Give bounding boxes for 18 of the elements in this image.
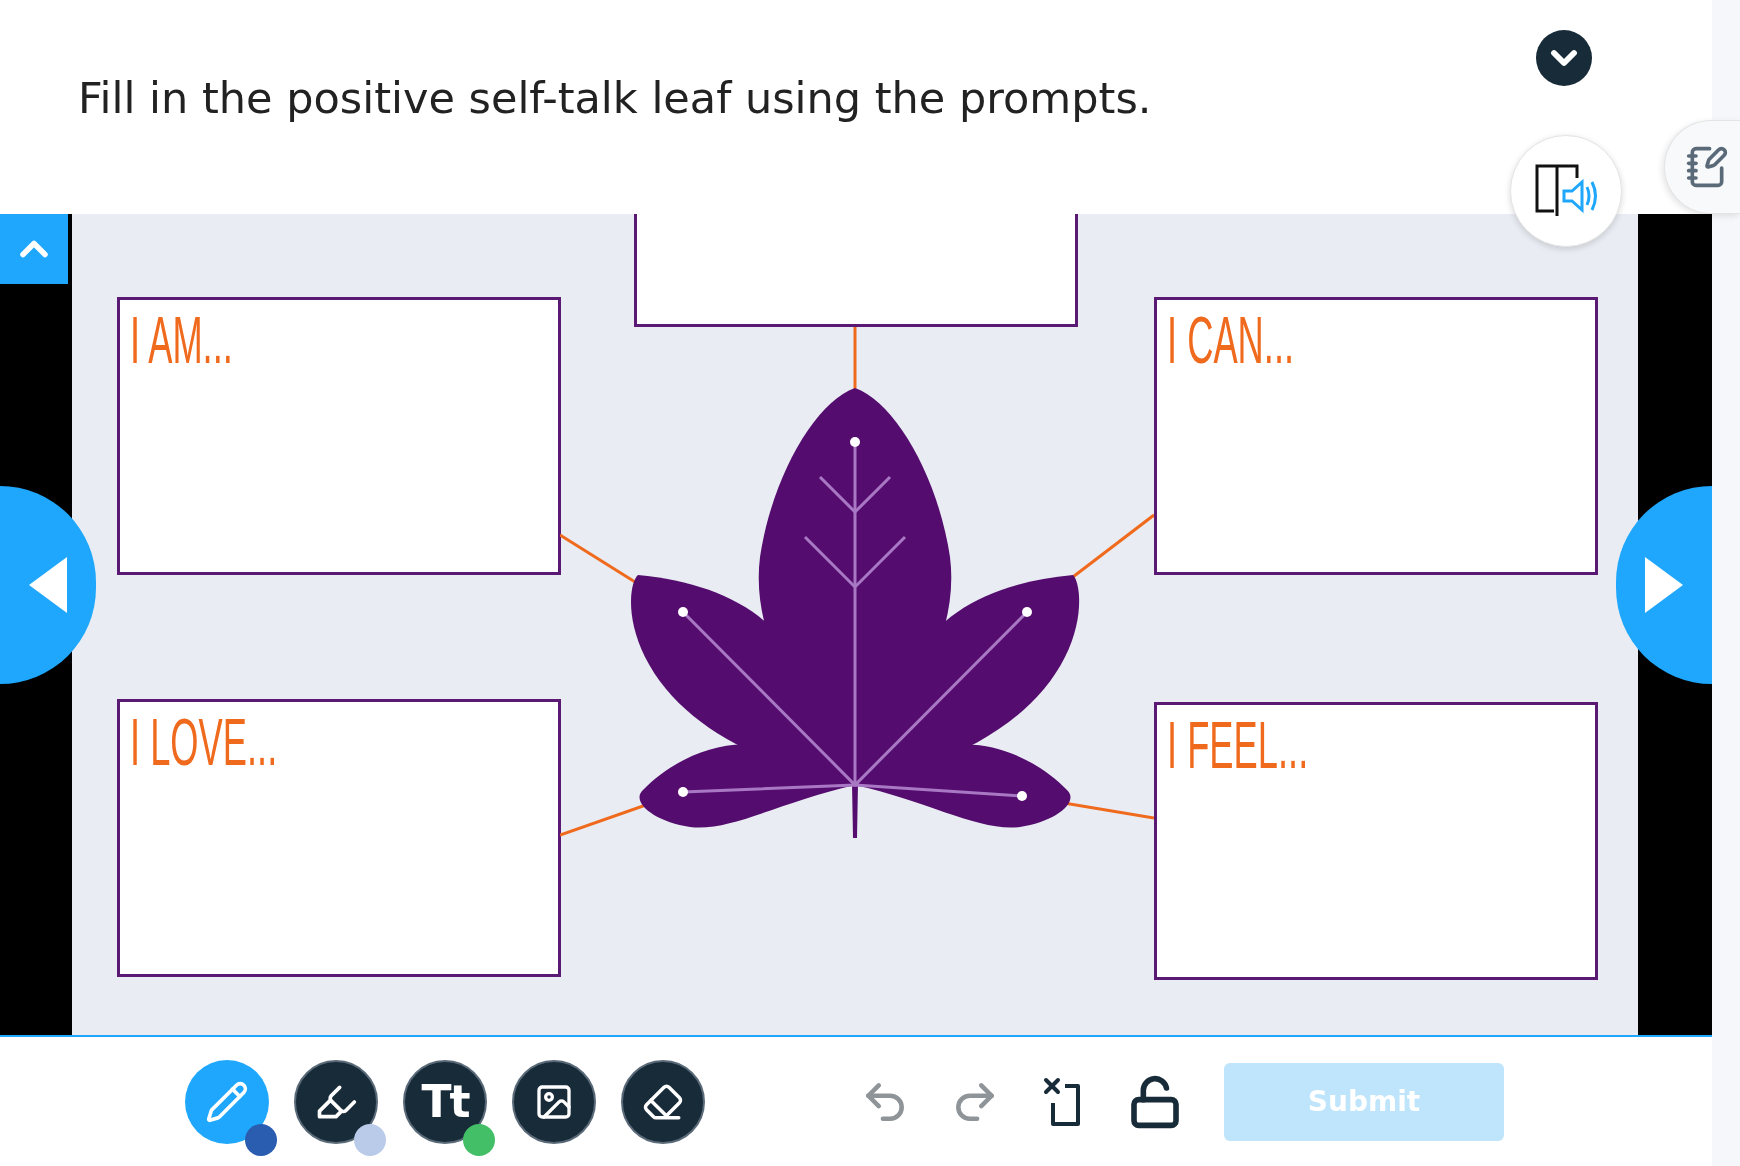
text-tool-button[interactable]: Tt: [403, 1059, 487, 1144]
prompt-label: I CAN...: [1167, 304, 1295, 376]
text-tool-label: Tt: [421, 1076, 469, 1127]
instruction-text: Fill in the positive self-talk leaf using the prompts.: [78, 73, 1152, 123]
left-triangle-icon: [27, 555, 69, 615]
pencil-icon: [205, 1079, 249, 1124]
notepad-pen-icon: [1684, 145, 1729, 189]
prompt-label: I LOVE...: [130, 706, 278, 778]
collapse-button[interactable]: [1536, 30, 1592, 86]
prompt-label: I AM...: [130, 304, 233, 376]
answer-box[interactable]: I FEEL...: [1154, 702, 1598, 980]
right-triangle-icon: [1643, 555, 1685, 615]
prompt-label: I FEEL...: [1167, 709, 1309, 781]
answer-box[interactable]: [634, 214, 1078, 327]
answer-box[interactable]: I CAN...: [1154, 297, 1598, 575]
scroll-up-button[interactable]: [0, 214, 68, 284]
answer-box[interactable]: I AM...: [117, 297, 561, 575]
answer-box[interactable]: I LOVE...: [117, 699, 561, 977]
